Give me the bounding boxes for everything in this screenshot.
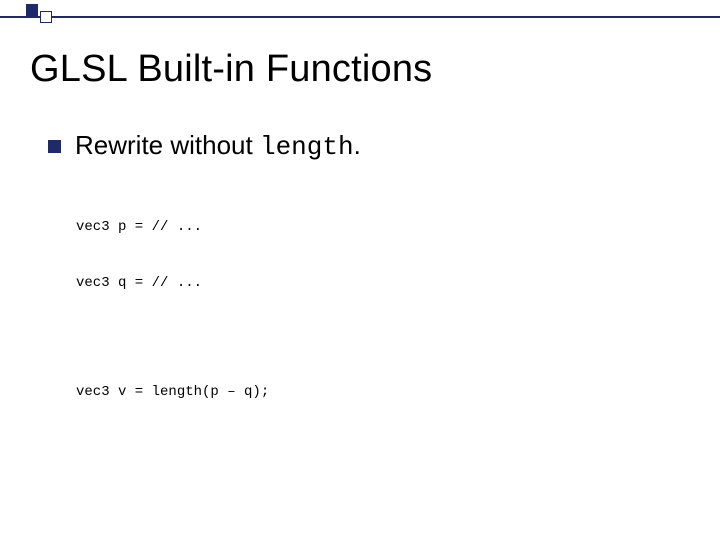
slide-body: Rewrite without length. vec3 p = // ... … xyxy=(48,130,680,440)
header-line xyxy=(0,16,720,18)
bullet-item: Rewrite without length. xyxy=(48,130,680,162)
header-square-outline xyxy=(40,11,52,23)
bullet-text-mono: length xyxy=(260,132,354,162)
code-blank-line xyxy=(76,331,680,345)
code-block: vec3 p = // ... vec3 q = // ... vec3 v =… xyxy=(76,180,680,440)
bullet-text-prefix: Rewrite without xyxy=(75,130,260,160)
code-line: vec3 v = length(p – q); xyxy=(76,383,680,402)
slide: GLSL Built-in Functions Rewrite without … xyxy=(0,0,720,540)
slide-title: GLSL Built-in Functions xyxy=(30,48,432,91)
bullet-text: Rewrite without length. xyxy=(75,130,361,162)
bullet-text-suffix: . xyxy=(354,130,361,160)
bullet-icon xyxy=(48,140,61,153)
code-line: vec3 q = // ... xyxy=(76,274,680,293)
header-square-filled xyxy=(26,4,38,16)
header-decoration xyxy=(0,0,720,28)
code-line: vec3 p = // ... xyxy=(76,218,680,237)
